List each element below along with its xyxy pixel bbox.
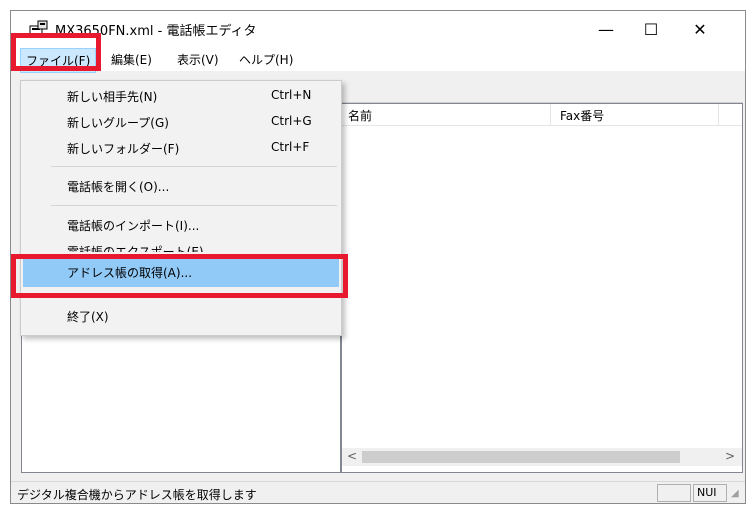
column-divider[interactable] (550, 104, 551, 126)
menu-item-exit[interactable]: 終了(X) (23, 303, 339, 329)
menu-edit[interactable]: 編集(E) (111, 51, 152, 68)
toolbar-strip (339, 75, 743, 103)
column-divider[interactable] (718, 104, 719, 126)
menu-item-new-contact[interactable]: 新しい相手先(N) Ctrl+N (23, 83, 339, 109)
menu-item-label: 新しいフォルダー(F) (67, 142, 180, 156)
menu-help[interactable]: ヘルプ(H) (239, 51, 293, 68)
resize-grip-icon[interactable]: ◢ (731, 488, 743, 500)
menu-bar: ファイル(F) 編集(E) 表示(V) ヘルプ(H) (11, 47, 745, 73)
close-icon: ✕ (693, 19, 707, 39)
menu-item-get-address-book[interactable]: アドレス帳の取得(A)... (23, 257, 339, 287)
menu-item-shortcut: Ctrl+G (271, 114, 312, 128)
menu-item-label: 電話帳を開く(O)... (67, 180, 170, 194)
menu-item-open-phonebook[interactable]: 電話帳を開く(O)... (23, 173, 339, 199)
menu-separator (51, 205, 337, 206)
menu-item-shortcut: Ctrl+F (271, 140, 310, 154)
scroll-left-icon[interactable]: < (344, 449, 360, 465)
menu-item-shortcut: Ctrl+N (271, 88, 312, 102)
maximize-button[interactable]: ☐ (629, 15, 673, 43)
menu-separator (51, 166, 337, 167)
column-header-fax[interactable]: Fax番号 (560, 107, 604, 124)
menu-item-label: 新しい相手先(N) (67, 90, 158, 104)
minimize-button[interactable]: — (584, 15, 628, 43)
menu-item-label: 新しいグループ(G) (67, 116, 169, 130)
menu-item-label: 電話帳のエクスポート(E)... (67, 245, 216, 252)
menu-view[interactable]: 表示(V) (177, 51, 219, 68)
minimize-icon: — (598, 19, 614, 39)
scroll-right-icon[interactable]: > (722, 449, 738, 465)
contact-list-pane[interactable]: 名前 Fax番号 < > (341, 103, 743, 473)
column-header-name[interactable]: 名前 (348, 107, 372, 124)
scroll-thumb[interactable] (362, 451, 680, 463)
horizontal-scrollbar[interactable]: < > (342, 448, 742, 466)
title-bar[interactable]: MX3650FN.xml - 電話帳エディタ — ☐ ✕ (11, 11, 745, 47)
menu-item-export-phonebook[interactable]: 電話帳のエクスポート(E)... (23, 238, 339, 252)
num-lock-indicator: NUI (697, 486, 717, 499)
menu-item-label: 終了(X) (67, 310, 109, 324)
menu-item-label: アドレス帳の取得(A)... (67, 266, 193, 280)
window-title: MX3650FN.xml - 電話帳エディタ (55, 24, 257, 39)
menu-separator (51, 293, 337, 294)
menu-file[interactable]: ファイル(F) (20, 48, 97, 73)
menu-item-label: 電話帳のインポート(I)... (67, 219, 200, 233)
menu-item-new-group[interactable]: 新しいグループ(G) Ctrl+G (23, 109, 339, 135)
phonebook-app-icon (29, 20, 48, 36)
status-bar: デジタル複合機からアドレス帳を取得します NUI ◢ (11, 481, 745, 503)
close-button[interactable]: ✕ (678, 15, 722, 43)
status-text: デジタル複合機からアドレス帳を取得します (17, 488, 257, 502)
menu-item-import-phonebook[interactable]: 電話帳のインポート(I)... (23, 212, 339, 238)
list-header: 名前 Fax番号 (342, 104, 742, 126)
maximize-icon: ☐ (643, 19, 659, 39)
file-menu-dropdown: 新しい相手先(N) Ctrl+N 新しいグループ(G) Ctrl+G 新しいフォ… (20, 80, 342, 336)
status-panel (657, 484, 691, 502)
menu-item-new-folder[interactable]: 新しいフォルダー(F) Ctrl+F (23, 135, 339, 161)
